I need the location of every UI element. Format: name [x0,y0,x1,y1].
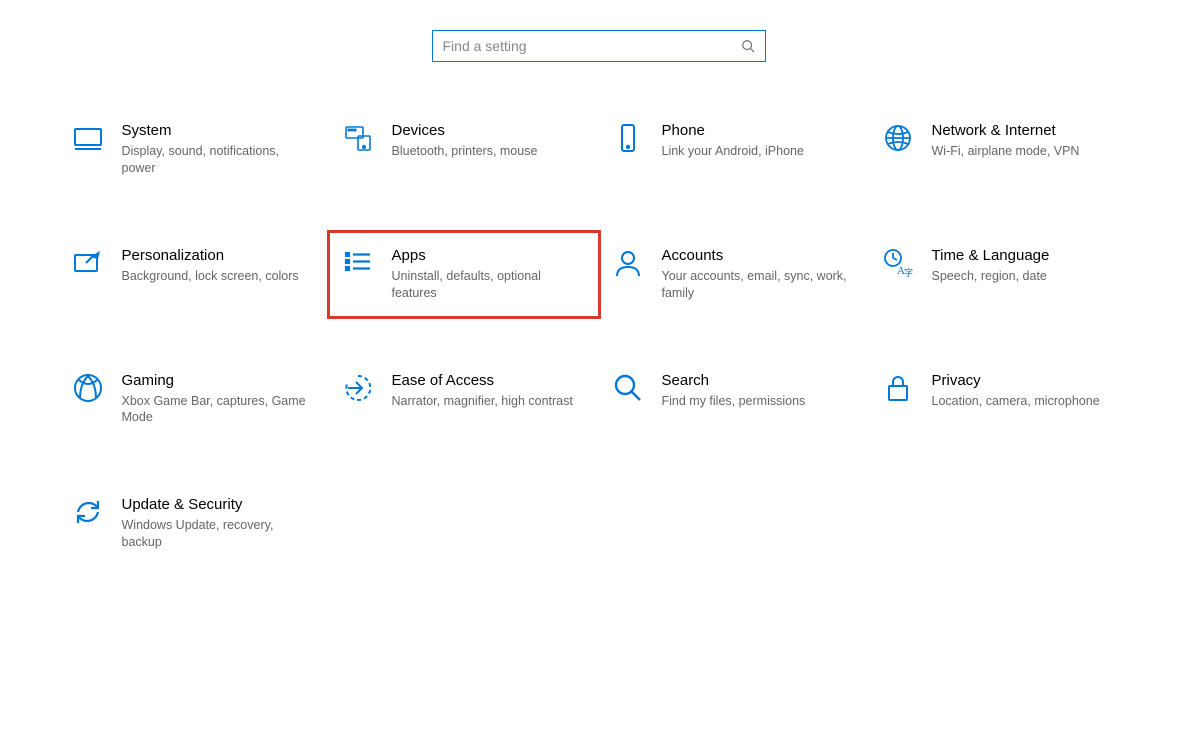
accounts-icon [612,247,644,279]
tile-text: Privacy Location, camera, microphone [932,372,1126,410]
time-language-icon: A 字 [882,247,914,279]
tile-desc: Location, camera, microphone [932,393,1126,410]
tile-title: Search [662,372,856,389]
tile-desc: Your accounts, email, sync, work, family [662,268,856,302]
update-icon [72,496,104,528]
tile-search[interactable]: Search Find my files, permissions [604,362,864,437]
settings-grid: System Display, sound, notifications, po… [0,112,1197,561]
ease-of-access-icon [342,372,374,404]
tile-network[interactable]: Network & Internet Wi-Fi, airplane mode,… [874,112,1134,187]
tile-text: Personalization Background, lock screen,… [122,247,316,285]
svg-text:字: 字 [904,267,913,278]
search-icon [741,39,755,53]
tile-personalization[interactable]: Personalization Background, lock screen,… [64,237,324,312]
tile-text: Gaming Xbox Game Bar, captures, Game Mod… [122,372,316,427]
tile-desc: Xbox Game Bar, captures, Game Mode [122,393,316,427]
apps-icon [342,247,374,279]
tile-phone[interactable]: Phone Link your Android, iPhone [604,112,864,187]
system-icon [72,122,104,154]
tile-desc: Uninstall, defaults, optional features [392,268,586,302]
search-input[interactable] [443,38,741,54]
tile-text: Accounts Your accounts, email, sync, wor… [662,247,856,302]
tile-title: Ease of Access [392,372,586,389]
tile-text: Search Find my files, permissions [662,372,856,410]
privacy-icon [882,372,914,404]
tile-desc: Display, sound, notifications, power [122,143,316,177]
tile-title: System [122,122,316,139]
network-icon [882,122,914,154]
tile-update-security[interactable]: Update & Security Windows Update, recove… [64,486,324,561]
tile-devices[interactable]: Devices Bluetooth, printers, mouse [334,112,594,187]
tile-desc: Link your Android, iPhone [662,143,856,160]
tile-text: Phone Link your Android, iPhone [662,122,856,160]
tile-title: Accounts [662,247,856,264]
tile-text: Ease of Access Narrator, magnifier, high… [392,372,586,410]
tile-desc: Windows Update, recovery, backup [122,517,316,551]
devices-icon [342,122,374,154]
tile-system[interactable]: System Display, sound, notifications, po… [64,112,324,187]
tile-title: Privacy [932,372,1126,389]
tile-accounts[interactable]: Accounts Your accounts, email, sync, wor… [604,237,864,312]
gaming-icon [72,372,104,404]
tile-gaming[interactable]: Gaming Xbox Game Bar, captures, Game Mod… [64,362,324,437]
tile-desc: Find my files, permissions [662,393,856,410]
tile-title: Phone [662,122,856,139]
phone-icon [612,122,644,154]
tile-privacy[interactable]: Privacy Location, camera, microphone [874,362,1134,437]
tile-title: Personalization [122,247,316,264]
tile-desc: Bluetooth, printers, mouse [392,143,586,160]
tile-ease-of-access[interactable]: Ease of Access Narrator, magnifier, high… [334,362,594,437]
tile-text: Apps Uninstall, defaults, optional featu… [392,247,586,302]
tile-desc: Narrator, magnifier, high contrast [392,393,586,410]
tile-text: System Display, sound, notifications, po… [122,122,316,177]
tile-title: Update & Security [122,496,316,513]
tile-time-language[interactable]: A 字 Time & Language Speech, region, date [874,237,1134,312]
tile-title: Network & Internet [932,122,1126,139]
tile-title: Apps [392,247,586,264]
tile-title: Devices [392,122,586,139]
personalization-icon [72,247,104,279]
tile-text: Update & Security Windows Update, recove… [122,496,316,551]
tile-title: Gaming [122,372,316,389]
tile-text: Time & Language Speech, region, date [932,247,1126,285]
search-container [0,0,1197,112]
search-category-icon [612,372,644,404]
tile-desc: Background, lock screen, colors [122,268,316,285]
search-box[interactable] [432,30,766,62]
tile-title: Time & Language [932,247,1126,264]
tile-text: Devices Bluetooth, printers, mouse [392,122,586,160]
tile-desc: Wi-Fi, airplane mode, VPN [932,143,1126,160]
tile-apps[interactable]: Apps Uninstall, defaults, optional featu… [334,237,594,312]
tile-text: Network & Internet Wi-Fi, airplane mode,… [932,122,1126,160]
tile-desc: Speech, region, date [932,268,1126,285]
